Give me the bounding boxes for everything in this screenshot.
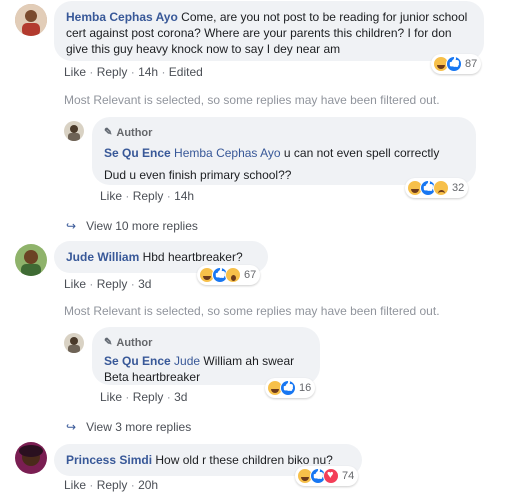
like-button[interactable]: Like — [64, 277, 86, 291]
comment-actions: Like · Reply · 14h · Edited — [64, 65, 203, 79]
mention-tag[interactable]: Jude — [174, 354, 200, 368]
reaction-summary[interactable]: 74 — [295, 466, 359, 486]
reply-arrow-icon: ↪ — [66, 219, 77, 233]
timestamp[interactable]: 14h — [174, 189, 194, 203]
timestamp[interactable]: 3d — [138, 277, 151, 291]
author-badge: ✎ Author — [104, 127, 153, 139]
avatar[interactable] — [15, 4, 47, 36]
reply-button[interactable]: Reply — [133, 189, 164, 203]
reaction-summary[interactable]: 87 — [431, 54, 482, 74]
like-button[interactable]: Like — [64, 478, 86, 492]
sad-reaction-icon — [433, 180, 449, 196]
reply-text: William ah swear — [203, 354, 295, 368]
filter-note: Most Relevant is selected, so some repli… — [64, 304, 440, 318]
like-button[interactable]: Like — [100, 390, 122, 404]
reply-button[interactable]: Reply — [97, 65, 128, 79]
like-button[interactable]: Like — [64, 65, 86, 79]
reply-actions: Like · Reply · 14h — [100, 189, 195, 203]
reply-actions: Like · Reply · 3d — [100, 390, 188, 404]
like-reaction-icon — [280, 380, 296, 396]
avatar[interactable] — [64, 121, 84, 141]
view-more-replies-button[interactable]: ↪ View 10 more replies — [66, 219, 198, 233]
reply-arrow-icon: ↪ — [66, 420, 77, 434]
pencil-icon: ✎ — [104, 337, 113, 348]
comment-bubble: Hemba Cephas Ayo Come, are you not post … — [54, 1, 484, 61]
comment-actions: Like · Reply · 3d — [64, 277, 152, 291]
reply-button[interactable]: Reply — [97, 277, 128, 291]
like-button[interactable]: Like — [100, 189, 122, 203]
reaction-summary[interactable]: 32 — [405, 178, 469, 198]
comment-author-name[interactable]: Jude William — [66, 250, 139, 264]
reaction-summary[interactable]: 16 — [265, 378, 316, 398]
reaction-count: 67 — [244, 269, 257, 281]
reply-author-name[interactable]: Se Qu Ence — [104, 354, 171, 368]
reply-bubble: ✎ Author Se Qu Ence Jude William ah swea… — [92, 327, 320, 385]
avatar[interactable] — [15, 442, 47, 474]
comment-text: How old r these children biko nu? — [155, 453, 333, 467]
pencil-icon: ✎ — [104, 127, 113, 138]
love-reaction-icon — [323, 468, 339, 484]
reaction-count: 16 — [299, 382, 312, 394]
comment-author-name[interactable]: Hemba Cephas Ayo — [66, 10, 178, 24]
avatar[interactable] — [15, 244, 47, 276]
comment-author-name[interactable]: Princess Simdi — [66, 453, 152, 467]
reaction-count: 74 — [342, 470, 355, 482]
like-reaction-icon — [446, 56, 462, 72]
filter-note: Most Relevant is selected, so some repli… — [64, 93, 440, 107]
reply-bubble: ✎ Author Se Qu Ence Hemba Cephas Ayo u c… — [92, 117, 476, 185]
reply-author-name[interactable]: Se Qu Ence — [104, 146, 171, 160]
comment-text: Hbd heartbreaker? — [142, 250, 243, 264]
view-more-replies-button[interactable]: ↪ View 3 more replies — [66, 420, 191, 434]
reaction-summary[interactable]: 67 — [197, 265, 261, 285]
comment-actions: Like · Reply · 20h — [64, 478, 159, 492]
reply-button[interactable]: Reply — [133, 390, 164, 404]
timestamp[interactable]: 3d — [174, 390, 187, 404]
reply-text: u can not even spell correctly — [283, 146, 440, 160]
timestamp[interactable]: 20h — [138, 478, 158, 492]
author-badge: ✎ Author — [104, 337, 153, 349]
mention-tag[interactable]: Hemba Cephas Ayo — [174, 146, 281, 160]
reply-button[interactable]: Reply — [97, 478, 128, 492]
timestamp[interactable]: 14h — [138, 65, 158, 79]
reaction-count: 87 — [465, 58, 478, 70]
avatar[interactable] — [64, 333, 84, 353]
edited-label[interactable]: Edited — [169, 65, 203, 79]
reaction-count: 32 — [452, 182, 465, 194]
wow-reaction-icon — [225, 267, 241, 283]
